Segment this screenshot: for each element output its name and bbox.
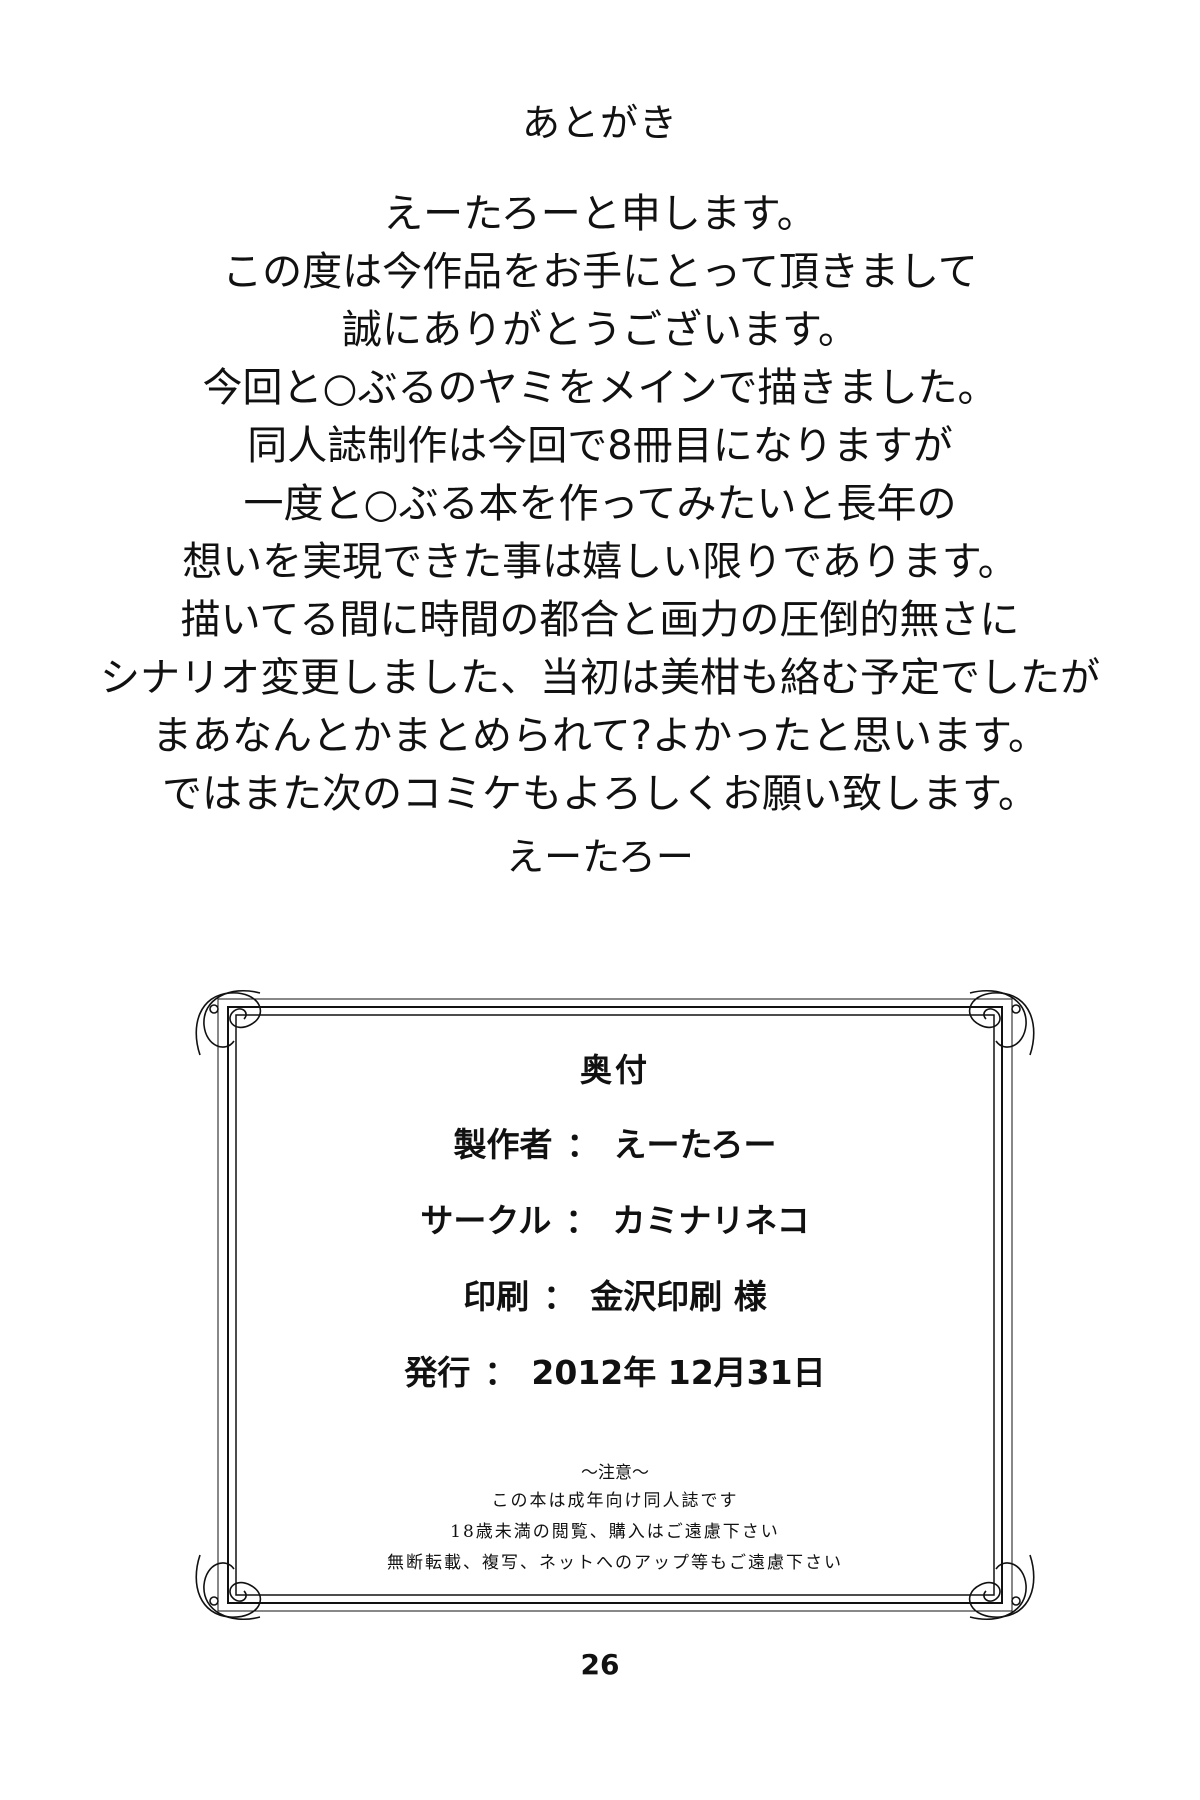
colophon-row-issue-date: 発行 ： 2012年 12月31日 — [190, 1335, 1040, 1411]
row-label: 発行 — [404, 1353, 471, 1392]
afterword-title: あとがき — [521, 101, 678, 145]
afterword-line: 同人誌制作は今回で8冊目になりますが — [247, 423, 953, 469]
afterword-line: シナリオ変更しました、当初は美柑も絡む予定でしたが — [100, 655, 1100, 701]
row-value: 2012年 12月31日 — [531, 1353, 826, 1392]
page-number: 26 — [580, 1648, 620, 1681]
row-value: えーたろー — [613, 1125, 777, 1164]
notice-line: この本は成年向け同人誌です — [491, 1491, 739, 1511]
row-value: 金沢印刷 様 — [590, 1277, 767, 1316]
afterword-signature: えーたろー — [506, 835, 694, 879]
row-separator: ： — [566, 1125, 600, 1164]
afterword-line: 誠にありがとうございます。 — [342, 307, 858, 353]
afterword-line: ではまた次のコミケもよろしくお願い致します。 — [162, 771, 1038, 817]
afterword-line: えーたろーと申します。 — [383, 191, 817, 237]
colophon-details: 製作者 ： えーたろー サークル ： カミナリネコ 印刷 ： 金沢印刷 様 発行 ： 2012年… — [190, 1107, 1040, 1411]
notice-line: 18歳未満の閲覧、購入はご遠慮下さい — [450, 1522, 780, 1542]
colophon-title: 奥付 — [579, 1051, 650, 1089]
afterword-section: あとがき えーたろーと申します。 この度は今作品をお手にとって頂きまして 誠にあ… — [0, 0, 1200, 950]
colophon-row-circle: サークル ： カミナリネコ — [190, 1183, 1040, 1259]
colophon-row-printing: 印刷 ： 金沢印刷 様 — [190, 1259, 1040, 1335]
row-label: サークル — [420, 1201, 552, 1240]
afterword-line: 一度と○ぶる本を作ってみたいと長年の — [243, 481, 957, 527]
row-label: 製作者 — [453, 1125, 553, 1164]
afterword-line: 想いを実現できた事は嬉しい限りであります。 — [182, 539, 1018, 585]
afterword-line: 描いてる間に時間の都合と画力の圧倒的無さに — [180, 597, 1020, 643]
row-separator: ： — [543, 1277, 577, 1316]
row-separator: ： — [484, 1353, 518, 1392]
row-value: カミナリネコ — [612, 1201, 810, 1240]
notice-title: ～注意～ — [581, 1463, 649, 1483]
colophon-row-author: 製作者 ： えーたろー — [190, 1107, 1040, 1183]
afterword-line: この度は今作品をお手にとって頂きまして — [222, 249, 978, 295]
notice-line: 無断転載、複写、ネットへのアップ等もご遠慮下さい — [387, 1553, 843, 1573]
colophon-box: 奥付 製作者 ： えーたろー サークル ： カミナリネコ 印刷 ： 金沢印刷 様 発行 ： 20… — [190, 985, 1040, 1625]
row-separator: ： — [565, 1201, 599, 1240]
row-label: 印刷 — [463, 1277, 530, 1316]
afterword-line: 今回と○ぶるのヤミをメインで描きました。 — [202, 365, 998, 411]
notice-block: ～注意～ この本は成年向け同人誌です 18歳未満の閲覧、購入はご遠慮下さい 無断… — [190, 1460, 1040, 1579]
afterword-line: まあなんとかまとめられて?よかったと思います。 — [151, 713, 1049, 759]
afterword-body: えーたろーと申します。 この度は今作品をお手にとって頂きまして 誠にありがとうご… — [0, 185, 1200, 823]
